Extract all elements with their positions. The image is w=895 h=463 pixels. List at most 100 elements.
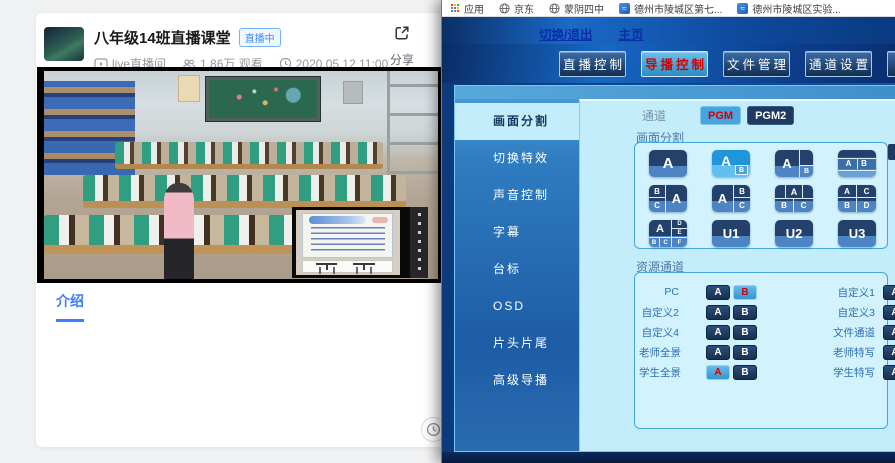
sidebar-item-3[interactable]: 声音控制 <box>455 177 579 214</box>
split-layout-7[interactable]: ABC <box>775 185 813 212</box>
link-home[interactable]: 主页 <box>618 24 643 44</box>
resource-学生特写-A-button[interactable]: A <box>883 365 895 380</box>
resource-自定义2-A-button[interactable]: A <box>706 305 730 320</box>
nav-tab-1[interactable]: 直播控制 <box>559 51 626 77</box>
bookmark-label: 德州市陵城区实验... <box>752 1 840 16</box>
resource-label: 老师全景 <box>639 345 679 360</box>
layout-cell-letter: A <box>666 185 687 212</box>
student-row-middle <box>83 175 406 208</box>
pip-slide <box>302 213 393 257</box>
resource-自定义1-A-button[interactable]: A <box>883 285 895 300</box>
resource-PC-A-button[interactable]: A <box>706 285 730 300</box>
nav-tab-3[interactable]: 文件管理 <box>723 51 790 77</box>
layout-cell-letter: C <box>733 198 750 212</box>
channel-row: 通道 PGMPGM2 <box>642 106 800 125</box>
resource-channels-box: PCAB自定义2AB自定义4AB老师全景AB学生全景AB自定义1AB自定义3AB… <box>634 272 888 429</box>
link-switch-logout[interactable]: 切换/退出 <box>539 24 592 44</box>
channel-button-PGM2[interactable]: PGM2 <box>747 106 794 125</box>
video-header: 八年级14班直播课堂 直播中 live直播间 1.86万 观看 2020.05.… <box>44 27 388 72</box>
clock-icon <box>426 422 441 437</box>
share-button[interactable]: 分享 <box>381 25 423 68</box>
resource-label: 老师特写 <box>763 345 875 360</box>
layout-cell-letter: U1 <box>712 220 750 247</box>
layout-cell-letter: F <box>672 238 687 247</box>
resource-PC-B-button[interactable]: B <box>733 285 757 300</box>
resource-row-学生特写: 学生特写AB <box>763 364 895 380</box>
tab-introduction[interactable]: 介绍 <box>56 291 84 322</box>
resource-老师特写-A-button[interactable]: A <box>883 345 895 360</box>
bookmark-item-0[interactable]: 应用 <box>451 1 484 16</box>
pip-lab-diagram <box>302 260 393 273</box>
resource-label: 自定义2 <box>639 305 679 320</box>
resource-自定义4-A-button[interactable]: A <box>706 325 730 340</box>
bookmark-item-2[interactable]: 蒙阴四中 <box>549 1 604 16</box>
sidebar-item-4[interactable]: 字幕 <box>455 214 579 251</box>
channel-buttons: PGM PGM2 <box>700 106 800 125</box>
split-layout-1[interactable]: A <box>649 150 687 177</box>
pip-overlay <box>292 207 428 278</box>
layout-cell-letter: A <box>785 185 803 198</box>
split-layout-3[interactable]: AB <box>775 150 813 177</box>
bookmark-item-1[interactable]: 京东 <box>499 1 534 16</box>
sidebar-item-5[interactable]: 台标 <box>455 251 579 288</box>
resource-row-文件通道: 文件通道AB <box>763 324 895 340</box>
layout-cell-letter: C <box>794 198 813 212</box>
video-player[interactable] <box>37 67 446 283</box>
bookmark-label: 蒙阴四中 <box>564 1 604 16</box>
split-layout-12[interactable]: U3 <box>838 220 876 247</box>
bookmark-label: 京东 <box>514 1 534 16</box>
share-icon <box>394 25 410 41</box>
site-header: 切换/退出 主页 <box>442 17 895 44</box>
resource-老师全景-A-button[interactable]: A <box>706 345 730 360</box>
sidebar-item-1[interactable]: 画面分割 <box>455 103 579 140</box>
layout-cell-letter: A <box>712 185 733 212</box>
resource-老师全景-B-button[interactable]: B <box>733 345 757 360</box>
sidebar-item-8[interactable]: 高级导播 <box>455 362 579 399</box>
resource-row-自定义4: 自定义4AB <box>639 324 757 340</box>
live-status-badge: 直播中 <box>239 28 281 47</box>
clipped-edge-element <box>888 144 895 160</box>
channel-button-PGM[interactable]: PGM <box>700 106 741 125</box>
channel-thumbnail[interactable] <box>44 27 84 61</box>
split-layout-5[interactable]: BCA <box>649 185 687 212</box>
sidebar-item-2[interactable]: 切换特效 <box>455 140 579 177</box>
split-layout-9[interactable]: ADEBCF <box>649 220 687 247</box>
layout-cell-letter: A <box>838 185 857 198</box>
bookmark-item-3[interactable]: 德州市陵城区第七... <box>619 1 722 16</box>
resource-学生全景-A-button[interactable]: A <box>706 365 730 380</box>
resource-自定义2-B-button[interactable]: B <box>733 305 757 320</box>
split-layout-4[interactable]: AB <box>838 150 876 177</box>
sidebar-item-6[interactable]: OSD <box>455 288 579 325</box>
nav-tab-5[interactable]: 录播 <box>887 51 895 77</box>
nav-tab-2[interactable]: 导播控制 <box>641 51 708 77</box>
resource-label: PC <box>639 286 679 298</box>
resource-学生全景-B-button[interactable]: B <box>733 365 757 380</box>
director-sidebar: 画面分割切换特效声音控制字幕台标OSD片头片尾高级导播 <box>455 99 579 451</box>
window-bottom-strip <box>442 452 895 463</box>
split-layout-2[interactable]: AB <box>712 150 750 177</box>
split-layout-8[interactable]: ACBD <box>838 185 876 212</box>
apps-grid-icon <box>451 4 453 6</box>
resource-label: 自定义1 <box>763 285 875 300</box>
bookmark-item-4[interactable]: 德州市陵城区实验... <box>737 1 840 16</box>
site-favicon-icon <box>737 3 748 14</box>
nav-tab-4[interactable]: 通道设置 <box>805 51 872 77</box>
layout-cell-letter: B <box>857 158 870 169</box>
split-layout-6[interactable]: ABC <box>712 185 750 212</box>
resource-自定义3-A-button[interactable]: A <box>883 305 895 320</box>
pip-document <box>296 210 399 275</box>
resource-row-学生全景: 学生全景AB <box>639 364 757 380</box>
resource-row-自定义3: 自定义3AB <box>763 304 895 320</box>
sidebar-item-7[interactable]: 片头片尾 <box>455 325 579 362</box>
layout-cell-letter: C <box>660 238 672 247</box>
console-nav-bar: 直播控制导播控制文件管理通道设置录播 <box>442 44 895 83</box>
pip-slide-text-lines <box>311 227 386 254</box>
resource-文件通道-A-button[interactable]: A <box>883 325 895 340</box>
resource-自定义4-B-button[interactable]: B <box>733 325 757 340</box>
split-layout-10[interactable]: U1 <box>712 220 750 247</box>
resource-row-老师全景: 老师全景 AB <box>639 344 757 360</box>
layout-cell-letter: B <box>775 198 794 212</box>
layout-cell-letter: U2 <box>775 220 813 247</box>
split-layout-11[interactable]: U2 <box>775 220 813 247</box>
globe-icon <box>549 3 560 14</box>
